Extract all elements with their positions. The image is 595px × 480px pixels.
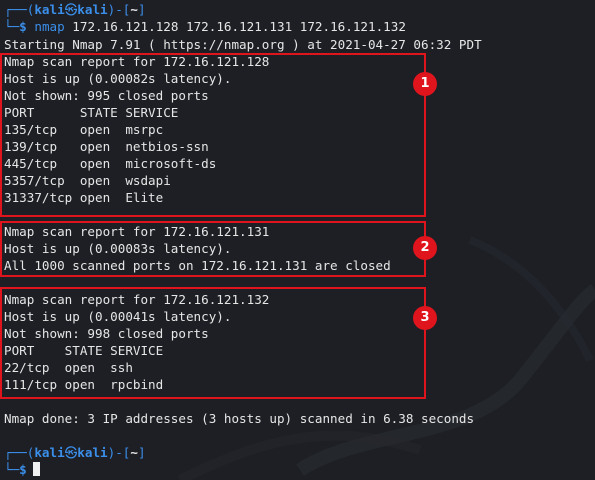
annotation-box-host2 [0,221,426,277]
prompt-corner-bottom: └─ [4,19,20,34]
prompt-line-1: ┌──(kali㉿kali)-[~] [4,1,146,18]
prompt-user: kali [34,2,65,17]
nmap-done-line: Nmap done: 3 IP addresses (3 hosts up) s… [4,411,475,426]
prompt-corner: ┌──( [4,445,35,460]
nmap-start-line: Starting Nmap 7.91 ( https://nmap.org ) … [4,37,482,52]
prompt-at-symbol: ㉿ [64,2,78,17]
text-cursor[interactable] [32,462,40,476]
command-line: └─$ nmap 172.16.121.128 172.16.121.131 1… [4,18,406,35]
prompt-user: kali [34,445,65,460]
prompt-path-open: )-[ [107,445,131,460]
annotation-badge-3: 3 [413,306,437,330]
prompt-path-close: ] [137,2,146,17]
prompt-dollar: $ [19,462,27,477]
annotation-box-host3 [0,287,426,399]
prompt-at-symbol: ㉿ [64,445,78,460]
command-args: 172.16.121.128 172.16.121.131 172.16.121… [64,19,406,34]
prompt-corner-bottom: └─ [4,462,20,477]
annotation-box-host1 [0,53,426,217]
command-program: nmap [34,19,65,34]
input-line[interactable]: └─$ [4,461,40,478]
prompt-host: kali [77,445,108,460]
prompt-dollar: $ [19,19,27,34]
annotation-badge-2: 2 [413,236,437,260]
prompt-path: ~ [130,2,138,17]
annotation-badge-1: 1 [413,72,437,96]
prompt-corner: ┌──( [4,2,35,17]
prompt-path-open: )-[ [107,2,131,17]
prompt-host: kali [77,2,108,17]
prompt-path-close: ] [137,445,146,460]
prompt-path: ~ [130,445,138,460]
prompt-line-2: ┌──(kali㉿kali)-[~] [4,444,146,461]
